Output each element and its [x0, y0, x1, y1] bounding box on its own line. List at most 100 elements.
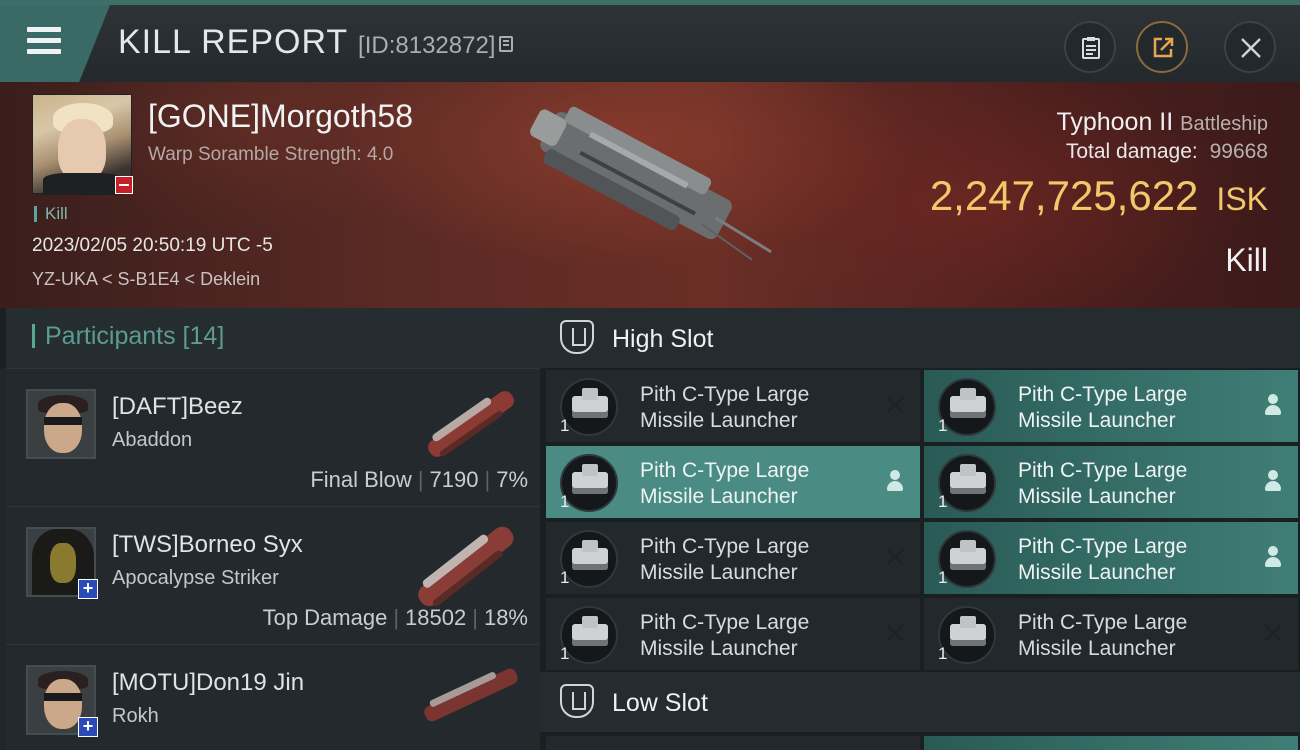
victim-ship[interactable]: Typhoon II Battleship [1056, 108, 1268, 137]
participant-stats: Final Blow | 7190 | 7% [310, 467, 528, 492]
friendly-standing-icon: + [78, 717, 98, 737]
victim-name[interactable]: [GONE]Morgoth58 [148, 98, 413, 135]
ship-class: Battleship [1180, 113, 1268, 135]
module-item[interactable]: 1 Pith C-Type Large Missile Launcher [924, 522, 1298, 594]
module-item[interactable] [546, 736, 920, 750]
participants-header[interactable]: Participants [14] [0, 308, 540, 368]
participant-name: [TWS]Borneo Syx [112, 531, 303, 558]
victim-ship-image [530, 106, 772, 261]
module-name: Pith C-Type Large Missile Launcher [1018, 611, 1188, 660]
copy-icon[interactable] [499, 36, 514, 53]
module-quantity: 1 [560, 492, 570, 511]
participants-panel: Participants [14] [DAFT]Beez Abaddon Fin… [0, 308, 540, 750]
total-damage-value: 99668 [1209, 140, 1268, 163]
module-item[interactable]: 1 Pith C-Type Large Missile Launcher [546, 446, 920, 518]
module-quantity: 1 [560, 644, 570, 663]
fitting-panel: High Slot 1 Pith C-Type Large Missile Lau… [540, 308, 1300, 750]
menu-button[interactable] [0, 5, 110, 82]
hamburger-icon-line [27, 38, 61, 43]
avatar-face [58, 119, 106, 181]
isk-unit: ISK [1216, 181, 1268, 217]
share-button[interactable] [1136, 21, 1188, 73]
avatar-body [43, 173, 123, 195]
total-damage-label: Total damage: [1065, 140, 1198, 163]
participant-stats: Top Damage | 18502 | 18% [262, 605, 528, 630]
participant-role: Top Damage [262, 605, 388, 630]
clipboard-button[interactable] [1064, 21, 1116, 73]
dropped-person-icon [1262, 546, 1284, 568]
module-item[interactable] [924, 736, 1298, 750]
participant-ship-image [418, 526, 514, 607]
low-slot-icon [560, 684, 594, 718]
participant-avatar[interactable] [26, 389, 96, 459]
kill-location[interactable]: YZ-UKA < S-B1E4 < Deklein [32, 269, 260, 290]
module-name: Pith C-Type Large Missile Launcher [640, 535, 810, 584]
participant-ship: Rokh [112, 705, 159, 727]
module-item[interactable]: 1 Pith C-Type Large Missile Launcher [924, 370, 1298, 442]
destroyed-icon [1262, 622, 1284, 644]
module-item[interactable]: 1 Pith C-Type Large Missile Launcher [924, 446, 1298, 518]
participant-row[interactable]: [DAFT]Beez Abaddon Final Blow | 7190 | 7% [6, 368, 540, 506]
dropped-person-icon [1262, 470, 1284, 492]
close-button[interactable] [1224, 21, 1276, 73]
module-name: Pith C-Type Large Missile Launcher [1018, 383, 1188, 432]
clipboard-icon [1082, 37, 1100, 59]
module-quantity: 1 [938, 416, 948, 435]
victim-banner: [GONE]Morgoth58 Warp Soramble Strength: … [0, 82, 1300, 308]
ship-name: Typhoon II [1056, 108, 1174, 136]
page-title: KILL REPORT [ID:8132872] [118, 23, 514, 62]
top-bar: KILL REPORT [ID:8132872] [0, 0, 1300, 82]
high-slot-header: High Slot [540, 308, 1300, 368]
module-item[interactable]: 1 Pith C-Type Large Missile Launcher [924, 598, 1298, 670]
module-item[interactable]: 1 Pith C-Type Large Missile Launcher [546, 522, 920, 594]
participant-row[interactable]: + [MOTU]Don19 Jin Rokh [6, 644, 540, 750]
title-text: KILL REPORT [118, 23, 348, 61]
participant-role: Final Blow [310, 467, 412, 492]
module-quantity: 1 [560, 568, 570, 587]
total-damage: Total damage: 99668 [1066, 140, 1268, 164]
avatar-glasses [44, 693, 82, 701]
report-id: [ID:8132872] [358, 32, 496, 59]
participant-percent: 18% [483, 605, 528, 630]
participant-ship-image [424, 668, 518, 722]
participant-damage: 7190 [429, 467, 479, 492]
destroyed-icon [884, 546, 906, 568]
destroyed-icon [884, 394, 906, 416]
participant-percent: 7% [496, 467, 528, 492]
isk-amount: 2,247,725,622 [929, 172, 1199, 219]
module-item[interactable]: 1 Pith C-Type Large Missile Launcher [546, 598, 920, 670]
module-item[interactable]: 1 Pith C-Type Large Missile Launcher [546, 370, 920, 442]
hostile-standing-icon [115, 176, 133, 194]
module-name: Pith C-Type Large Missile Launcher [640, 611, 810, 660]
participant-row[interactable]: + [TWS]Borneo Syx Apocalypse Striker Top… [6, 506, 540, 644]
destroyed-icon [884, 622, 906, 644]
low-slot-header: Low Slot [540, 672, 1300, 732]
dropped-person-icon [1262, 394, 1284, 416]
high-slot-icon [560, 320, 594, 354]
hamburger-icon [27, 27, 61, 32]
avatar-mask [50, 543, 76, 583]
isk-value: 2,247,725,622 ISK [930, 172, 1268, 220]
hamburger-icon-line [27, 49, 61, 54]
module-quantity: 1 [938, 568, 948, 587]
participants-label: Participants [14] [32, 324, 224, 349]
warp-scramble-strength: Warp Soramble Strength: 4.0 [148, 144, 394, 165]
module-quantity: 1 [560, 416, 570, 435]
avatar-face [44, 403, 82, 453]
participant-name: [MOTU]Don19 Jin [112, 669, 305, 696]
module-quantity: 1 [938, 644, 948, 663]
module-quantity: 1 [938, 492, 948, 511]
module-name: Pith C-Type Large Missile Launcher [1018, 535, 1188, 584]
participant-damage: 18502 [405, 605, 467, 630]
low-slot-label: Low Slot [612, 689, 708, 717]
participant-name: [DAFT]Beez [112, 393, 243, 420]
module-name: Pith C-Type Large Missile Launcher [640, 383, 810, 432]
avatar-face [44, 679, 82, 729]
result-label: Kill [1225, 242, 1268, 278]
avatar-glasses [44, 417, 82, 425]
module-name: Pith C-Type Large Missile Launcher [640, 459, 810, 508]
participant-ship-image [428, 391, 514, 457]
dropped-person-icon [884, 470, 906, 492]
participant-ship: Abaddon [112, 429, 193, 451]
friendly-standing-icon: + [78, 579, 98, 599]
